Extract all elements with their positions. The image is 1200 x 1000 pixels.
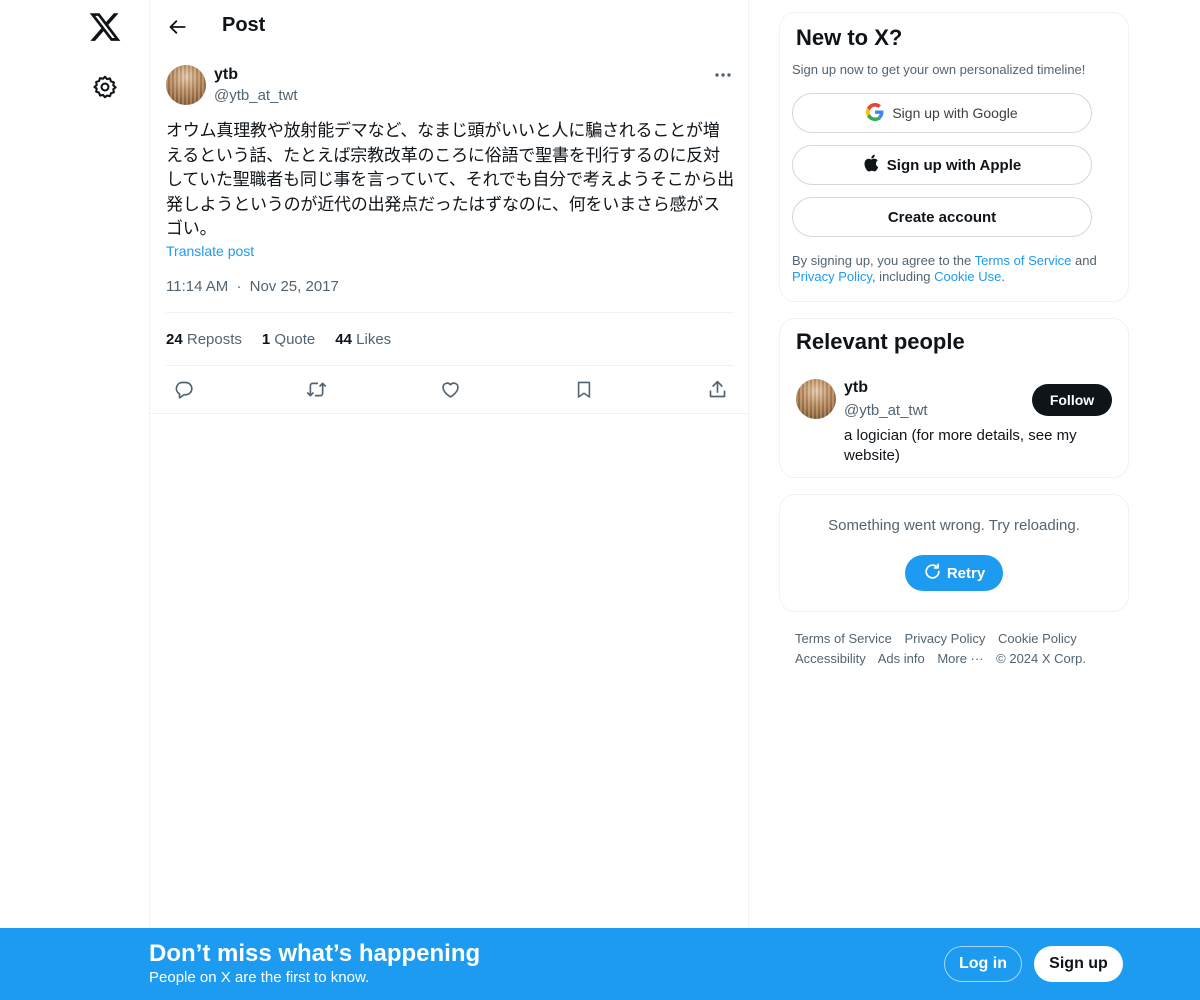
error-card: Something went wrong. Try reloading. Ret… <box>779 494 1129 612</box>
like-icon[interactable] <box>433 376 467 402</box>
post-date[interactable]: Nov 25, 2017 <box>250 278 339 295</box>
person-name[interactable]: ytb <box>844 379 868 397</box>
post-timestamp[interactable]: 11:14 AM · Nov 25, 2017 <box>166 278 339 295</box>
retry-label: Retry <box>946 564 986 582</box>
signup-card: New to X? Sign up now to get your own pe… <box>779 12 1129 302</box>
meta-separator: · <box>236 278 242 295</box>
apple-icon <box>863 154 879 176</box>
quotes-stat[interactable]: 1 Quote <box>262 331 315 348</box>
post-text: オウム真理教や放射能デマなど、なまじ頭がいいと人に騙されることが増えるという話、… <box>166 121 734 239</box>
divider <box>166 312 734 313</box>
relevant-people-card: Relevant people ytb @ytb_at_twt Follow a… <box>779 318 1129 478</box>
bookmark-icon[interactable] <box>567 376 601 402</box>
banner-subtitle: People on X are the first to know. <box>149 969 370 986</box>
person-handle[interactable]: @ytb_at_twt <box>844 402 928 419</box>
reposts-label: Reposts <box>186 331 242 348</box>
main-column: Post ytb @ytb_at_twt オウム真理教や放射能デマなど、なまじ頭… <box>149 0 749 1000</box>
footer-more-link[interactable]: More ··· <box>937 651 983 666</box>
legal-prefix: By signing up, you agree to the <box>792 253 975 268</box>
reposts-stat[interactable]: 24 Reposts <box>166 331 242 348</box>
signup-subtitle: Sign up now to get your own personalized… <box>792 62 1086 77</box>
reply-icon[interactable] <box>166 376 200 402</box>
divider <box>150 413 748 414</box>
translate-post-link[interactable]: Translate post <box>166 243 254 259</box>
post-stats: 24 Reposts 1 Quote 44 Likes <box>166 331 391 348</box>
create-account-button[interactable]: Create account <box>792 197 1092 237</box>
login-banner: Don’t miss what’s happening People on X … <box>0 928 1200 1000</box>
x-logo-icon[interactable] <box>88 10 122 44</box>
footer-privacy-link[interactable]: Privacy Policy <box>904 631 985 646</box>
share-icon[interactable] <box>700 376 734 402</box>
banner-title: Don’t miss what’s happening <box>149 940 481 967</box>
likes-count: 44 <box>335 331 352 348</box>
post-time[interactable]: 11:14 AM <box>166 278 228 295</box>
legal-and: and <box>1071 253 1097 268</box>
signup-legal-text: By signing up, you agree to the Terms of… <box>792 253 1122 285</box>
legal-including: , including <box>871 269 935 284</box>
refresh-icon <box>923 562 942 585</box>
author-handle[interactable]: @ytb_at_twt <box>214 87 298 104</box>
person-bio: a logician (for more details, see my web… <box>844 427 1077 464</box>
sign-up-button[interactable]: Sign up <box>1034 946 1123 982</box>
quotes-label: Quote <box>274 331 316 348</box>
privacy-link[interactable]: Privacy Policy <box>792 269 872 284</box>
footer-copyright: © 2024 X Corp. <box>996 651 1086 666</box>
more-icon[interactable] <box>712 66 734 84</box>
cookie-use-link[interactable]: Cookie Use <box>934 269 1001 284</box>
footer-links: Terms of Service Privacy Policy Cookie P… <box>795 629 1115 669</box>
avatar[interactable] <box>166 65 206 105</box>
sign-up-google-button[interactable]: Sign up with Google <box>792 93 1092 133</box>
likes-label: Likes <box>356 331 392 348</box>
top-bar: Post <box>150 0 748 54</box>
error-message: Something went wrong. Try reloading. <box>828 517 1080 534</box>
terms-link[interactable]: Terms of Service <box>975 253 1072 268</box>
quotes-count: 1 <box>261 331 271 348</box>
divider <box>166 365 734 366</box>
footer-accessibility-link[interactable]: Accessibility <box>795 651 866 666</box>
reposts-count: 24 <box>166 331 183 348</box>
follow-button[interactable]: Follow <box>1032 384 1112 416</box>
sign-up-apple-button[interactable]: Sign up with Apple <box>792 145 1092 185</box>
signup-title: New to X? <box>796 25 903 50</box>
page-title: Post <box>222 14 266 36</box>
footer-ads-link[interactable]: Ads info <box>878 651 925 666</box>
footer-cookie-link[interactable]: Cookie Policy <box>998 631 1077 646</box>
repost-icon[interactable] <box>300 376 334 402</box>
log-in-button[interactable]: Log in <box>944 946 1022 982</box>
footer-terms-link[interactable]: Terms of Service <box>795 631 892 646</box>
avatar[interactable] <box>796 379 836 419</box>
post-actions <box>166 376 734 402</box>
likes-stat[interactable]: 44 Likes <box>335 331 391 348</box>
left-nav <box>0 0 150 1000</box>
apple-button-label: Sign up with Apple <box>886 156 1022 174</box>
author-name[interactable]: ytb <box>214 66 238 84</box>
legal-suffix: . <box>1001 269 1005 284</box>
google-button-label: Sign up with Google <box>892 105 1018 121</box>
google-icon <box>866 102 884 124</box>
gear-icon[interactable] <box>92 74 118 100</box>
retry-button[interactable]: Retry <box>905 555 1003 591</box>
relevant-people-title: Relevant people <box>796 329 965 354</box>
arrow-left-icon[interactable] <box>164 13 192 41</box>
